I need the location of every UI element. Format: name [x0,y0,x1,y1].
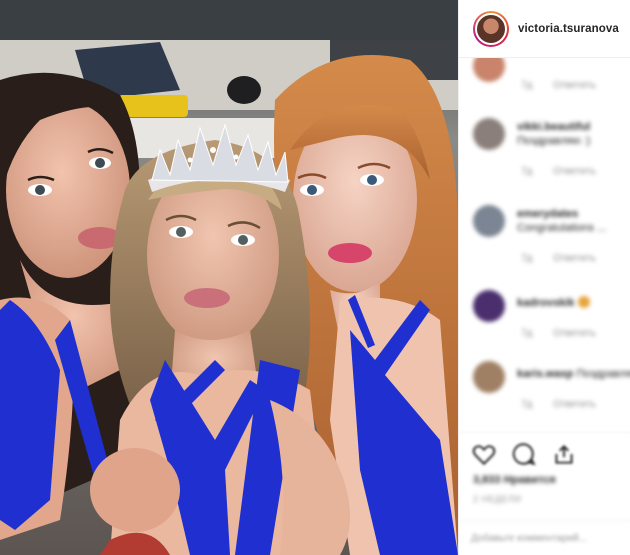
reply-link[interactable]: Ответить [553,253,596,264]
comment-meta: 7д Ответить [521,166,614,177]
comment-item: kadrovskik 7д Ответить [473,290,623,340]
post-date: 2 НЕДЕЛИ [473,494,522,504]
instagram-post: victoria.tsuranova 7д Ответить vikki.bea… [0,0,630,555]
commenter-avatar[interactable] [473,205,505,237]
post-actions [459,432,630,472]
comment-item: emerydates Congratulations ... 7д Ответит… [473,205,623,265]
comment-text: vikki.beautiful Поздравляю :) [517,121,591,147]
heart-icon[interactable] [471,441,497,467]
selfie-image [0,0,458,555]
avatar-image [475,12,507,45]
comments-list: 7д Ответить vikki.beautiful Поздравляю :)… [459,58,630,433]
comment-item: 7д Ответить [473,58,623,98]
add-comment-input[interactable]: Добавьте комментарий... [459,520,630,555]
comment-text: kadrovskik [517,296,591,310]
comment-time: 7д [521,399,533,410]
username-link[interactable]: victoria.tsuranova [518,23,619,35]
commenter-avatar[interactable] [473,290,505,322]
comment-time: 7д [521,328,533,339]
post-photo[interactable] [0,0,458,555]
comment-text: karis.wasp Поздравляю [517,368,630,380]
comment-time: 7д [521,166,533,177]
commenter-avatar[interactable] [473,58,505,82]
post-header: victoria.tsuranova [459,0,630,58]
comment-meta: 7д Ответить [521,328,614,339]
comment-text: emerydates Congratulations ... [517,208,607,234]
comment-meta: 7д Ответить [521,399,614,410]
share-icon[interactable] [551,441,577,467]
reply-link[interactable]: Ответить [553,328,596,339]
commenter-avatar[interactable] [473,361,505,393]
profile-avatar[interactable] [473,10,509,47]
comment-item: vikki.beautiful Поздравляю :) 7д Ответить [473,118,623,178]
comment-meta: 7д Ответить [521,253,614,264]
reply-link[interactable]: Ответить [553,80,596,91]
reply-link[interactable]: Ответить [553,399,596,410]
comment-time: 7д [521,253,533,264]
comment-icon[interactable] [511,441,537,467]
emoji-icon [578,296,591,308]
comment-meta: 7д Ответить [521,80,614,91]
post-sidebar: victoria.tsuranova 7д Ответить vikki.bea… [458,0,630,555]
likes-count[interactable]: 3,833 Нравится [473,474,556,486]
commenter-avatar[interactable] [473,118,505,150]
reply-link[interactable]: Ответить [553,166,596,177]
comment-item: karis.wasp Поздравляю 7д Ответить [473,361,630,417]
comment-time: 7д [521,80,533,91]
